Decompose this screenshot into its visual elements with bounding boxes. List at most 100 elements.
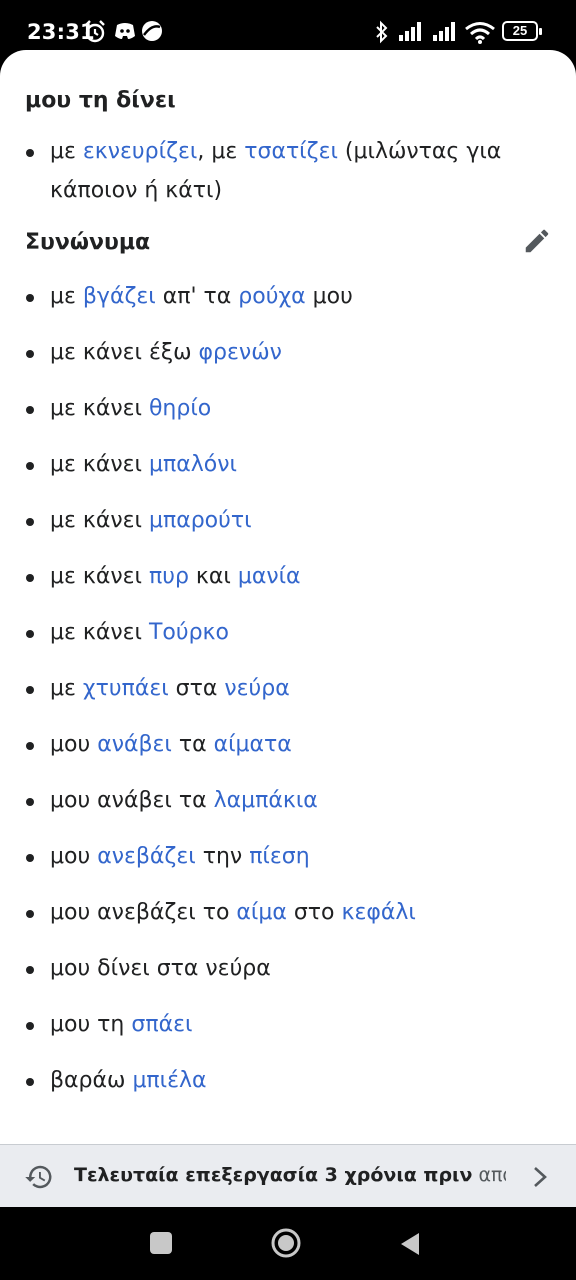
synonym-item: με βγάζει απ' τα ρούχα μου	[50, 278, 353, 316]
synonym-link[interactable]: πυρ	[149, 564, 189, 589]
bullet	[26, 294, 34, 302]
bullet	[26, 518, 34, 526]
last-edited-bar[interactable]: Τελευταία επεξεργασία 3 χρόνια πριν από…	[0, 1144, 576, 1207]
link-tsatizei[interactable]: τσατίζει	[244, 139, 338, 164]
last-edited-text: Τελευταία επεξεργασία 3 χρόνια πριν από…	[74, 1164, 506, 1186]
system-nav-bar	[0, 1207, 576, 1280]
synonym-item: με κάνει Τούρκο	[50, 614, 229, 652]
synonym-text: μου ανάβει τα	[50, 788, 214, 813]
alarm-icon	[85, 20, 105, 43]
synonym-text: με κάνει	[50, 396, 149, 421]
synonym-link[interactable]: μπαρούτι	[149, 508, 252, 533]
bullet	[26, 574, 34, 582]
bullet	[26, 1078, 34, 1086]
synonym-link[interactable]: ανάβει	[97, 732, 172, 757]
synonym-text: με	[50, 676, 83, 701]
synonym-text: μου δίνει στα νεύρα	[50, 956, 271, 981]
synonym-link[interactable]: αίμα	[236, 900, 286, 925]
synonym-item: με κάνει θηρίο	[50, 390, 211, 428]
synonym-link[interactable]: πίεση	[249, 844, 309, 869]
text: (μιλώντας για	[337, 139, 502, 164]
bullet	[26, 910, 34, 918]
synonym-link[interactable]: φρενών	[199, 340, 282, 365]
synonym-text: μου	[50, 844, 98, 869]
bullet	[26, 350, 34, 358]
synonym-text: με κάνει	[50, 452, 149, 477]
discord-icon	[115, 23, 135, 39]
synonym-link[interactable]: ανεβάζει	[97, 844, 196, 869]
battery-level: 25	[512, 23, 528, 38]
link-ekneurizei[interactable]: εκνευρίζει	[83, 139, 197, 164]
synonym-item: μου τη σπάει	[50, 1006, 192, 1044]
section-heading-mou-ti-dinei: μου τη δίνει	[25, 88, 176, 113]
synonym-text: με	[50, 284, 83, 309]
bullet	[26, 630, 34, 638]
synonym-link[interactable]: μπαλόνι	[149, 452, 237, 477]
bullet	[26, 742, 34, 750]
synonym-link[interactable]: μανία	[238, 564, 301, 589]
synonym-text: στο	[286, 900, 342, 925]
wifi-icon	[465, 22, 495, 44]
synonym-link[interactable]: θηρίο	[149, 396, 211, 421]
definition-line-1: με εκνευρίζει, με τσατίζει (μιλώντας για	[50, 133, 501, 171]
synonym-link[interactable]: μπιέλα	[132, 1068, 206, 1093]
pencil-icon[interactable]	[522, 226, 552, 256]
bluetooth-icon	[376, 20, 388, 44]
synonym-item: με κάνει μπαρούτι	[50, 502, 252, 540]
synonym-text: και	[188, 564, 238, 589]
synonym-text: βαράω	[50, 1068, 133, 1093]
signal-icon	[399, 22, 421, 41]
history-icon	[25, 1165, 52, 1189]
app-notification-icon	[142, 21, 162, 41]
bullet	[26, 149, 34, 157]
synonym-link[interactable]: Τούρκο	[149, 620, 229, 645]
synonym-item: με χτυπάει στα νεύρα	[50, 670, 290, 708]
synonym-item: μου ανάβει τα αίματα	[50, 726, 292, 764]
synonym-text: απ' τα	[155, 284, 239, 309]
battery-icon: 25	[502, 21, 538, 41]
synonym-text: με κάνει έξω	[50, 340, 199, 365]
synonym-text: με κάνει	[50, 508, 149, 533]
last-edited-rest: από…	[478, 1164, 506, 1186]
home-button[interactable]	[270, 1227, 302, 1259]
synonym-link[interactable]: αίματα	[214, 732, 292, 757]
definition-line-2: κάποιον ή κάτι)	[50, 178, 223, 203]
synonym-link[interactable]: κεφάλι	[342, 900, 416, 925]
synonym-text: μου	[50, 732, 98, 757]
back-button[interactable]	[398, 1231, 422, 1257]
synonym-link[interactable]: σπάει	[131, 1012, 192, 1037]
text: , με	[197, 139, 245, 164]
synonym-item: μου ανάβει τα λαμπάκια	[50, 782, 318, 820]
section-heading-synonyms: Συνώνυμα	[25, 230, 151, 255]
text: με	[50, 139, 83, 164]
last-edited-bold: Τελευταία επεξεργασία 3 χρόνια πριν	[74, 1164, 473, 1186]
bullet	[26, 686, 34, 694]
synonym-text: στα	[168, 676, 225, 701]
article-sheet: μου τη δίνει με εκνευρίζει, με τσατίζει …	[0, 50, 576, 1207]
synonym-item: μου ανεβάζει το αίμα στο κεφάλι	[50, 894, 416, 932]
synonym-text: μου	[305, 284, 353, 309]
bullet	[26, 854, 34, 862]
bullet	[26, 966, 34, 974]
synonym-item: με κάνει πυρ και μανία	[50, 558, 301, 596]
synonym-link[interactable]: λαμπάκια	[214, 788, 318, 813]
synonym-link[interactable]: νεύρα	[224, 676, 289, 701]
recents-button[interactable]	[150, 1232, 172, 1254]
bullet	[26, 462, 34, 470]
chevron-right-icon[interactable]	[530, 1165, 550, 1189]
synonym-item: μου δίνει στα νεύρα	[50, 950, 271, 988]
synonym-text: μου τη	[50, 1012, 132, 1037]
synonym-text: μου ανεβάζει το	[50, 900, 237, 925]
synonym-text: με κάνει	[50, 564, 149, 589]
synonym-link[interactable]: βγάζει	[83, 284, 156, 309]
battery-tip	[539, 28, 542, 35]
synonym-link[interactable]: ρούχα	[238, 284, 305, 309]
synonym-item: με κάνει έξω φρενών	[50, 334, 282, 372]
synonym-item: μου ανεβάζει την πίεση	[50, 838, 310, 876]
signal-icon	[433, 22, 455, 41]
bullet	[26, 406, 34, 414]
bullet	[26, 798, 34, 806]
synonym-item: βαράω μπιέλα	[50, 1062, 207, 1100]
synonym-link[interactable]: χτυπάει	[83, 676, 169, 701]
synonym-text: με κάνει	[50, 620, 149, 645]
